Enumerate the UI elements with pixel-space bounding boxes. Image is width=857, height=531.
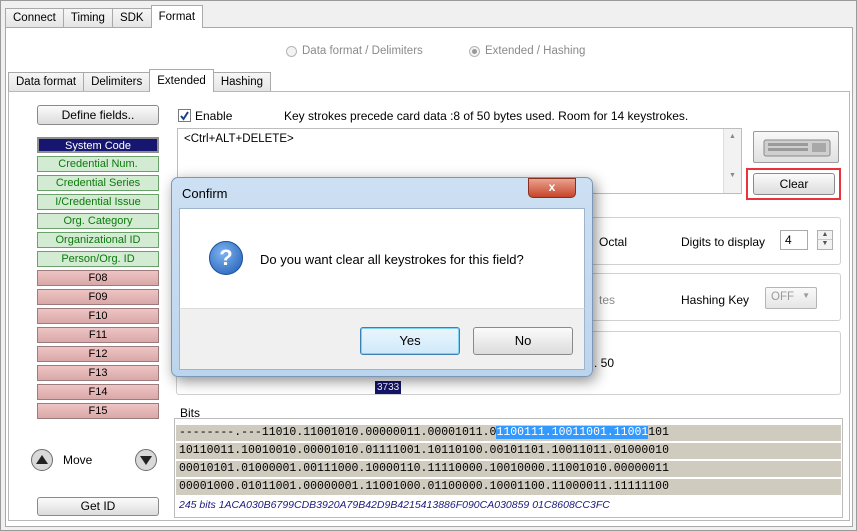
scroll-down-icon[interactable]: ▼ — [724, 172, 741, 179]
radio-extended-label: Extended / Hashing — [485, 45, 586, 57]
field-button-f15[interactable]: F15 — [37, 403, 159, 419]
triangle-up-icon — [36, 455, 48, 464]
dialog-close-button[interactable]: x — [528, 178, 576, 198]
field-button-f14[interactable]: F14 — [37, 384, 159, 400]
keystroke-text: <Ctrl+ALT+DELETE> — [184, 133, 294, 145]
hashing-key-value: OFF — [771, 291, 794, 303]
field-button-organizational-id[interactable]: Organizational ID — [37, 232, 159, 248]
digits-input[interactable]: 4 — [780, 230, 808, 250]
tab-format[interactable]: Format — [150, 5, 204, 28]
keyboard-button[interactable] — [753, 131, 839, 163]
hashing-key-label: Hashing Key — [681, 293, 750, 307]
dialog-message: Do you want clear all keystrokes for thi… — [260, 252, 524, 267]
move-label: Move — [63, 453, 93, 467]
tab-hashing[interactable]: Hashing — [212, 72, 272, 92]
radio-data-format-label: Data format / Delimiters — [302, 45, 423, 57]
digits-label: Digits to display — [681, 235, 766, 249]
get-id-button[interactable]: Get ID — [37, 497, 159, 516]
field-button-f09[interactable]: F09 — [37, 289, 159, 305]
hashing-key-select[interactable]: OFF ▼ — [765, 287, 817, 309]
range-partial-label: . 50 — [594, 356, 615, 370]
bits-line-4[interactable]: 00001000.01011001.00000001.11001000.0110… — [176, 479, 841, 495]
enable-checkbox[interactable] — [178, 109, 191, 122]
bits-line-1[interactable]: --------.---11010.11001010.00000011.0000… — [176, 425, 841, 441]
move-down-button[interactable] — [135, 449, 157, 471]
keystroke-info: Key strokes precede card data :8 of 50 b… — [284, 109, 689, 123]
keystroke-scrollbar[interactable]: ▲ ▼ — [723, 129, 741, 193]
spin-up-icon[interactable]: ▲ — [818, 231, 832, 240]
yes-button[interactable]: Yes — [360, 327, 460, 355]
tab-connect[interactable]: Connect — [5, 8, 64, 28]
app-window: Connect Timing SDK Format Data format / … — [0, 0, 857, 531]
field-button-f13[interactable]: F13 — [37, 365, 159, 381]
radio-extended[interactable]: Extended / Hashing — [469, 45, 585, 57]
tab-extended[interactable]: Extended — [149, 69, 214, 92]
question-icon: ? — [209, 241, 243, 275]
tab-delimiters[interactable]: Delimiters — [83, 72, 151, 92]
radio-icon — [286, 45, 297, 57]
field-button-credential-issue[interactable]: I/Credential Issue — [37, 194, 159, 210]
bits-line-2[interactable]: 10110011.10010010.00001010.01111001.1011… — [176, 443, 841, 459]
close-icon: x — [548, 180, 556, 194]
scroll-up-icon[interactable]: ▲ — [724, 133, 741, 140]
top-tab-bar: Connect Timing SDK Format — [5, 5, 204, 28]
confirm-dialog: Confirm x ? Do you want clear all keystr… — [171, 177, 593, 377]
radio-selected-icon — [469, 45, 480, 57]
hashing-partial-label: tes — [599, 293, 616, 307]
field-button-f08[interactable]: F08 — [37, 270, 159, 286]
bits-line-3[interactable]: 00010101.01000001.00111000.10000110.1111… — [176, 461, 841, 477]
tab-timing[interactable]: Timing — [62, 8, 113, 28]
spin-down-icon[interactable]: ▼ — [818, 240, 832, 249]
tab-sdk[interactable]: SDK — [111, 8, 152, 28]
keyboard-icon — [763, 139, 831, 157]
sub-tab-bar: Data format Delimiters Extended Hashing — [8, 69, 272, 92]
field-button-f10[interactable]: F10 — [37, 308, 159, 324]
octal-label: Octal — [599, 235, 628, 249]
range-badge: 3733 — [375, 381, 402, 394]
enable-label: Enable — [195, 109, 233, 123]
field-button-credential-series[interactable]: Credential Series — [37, 175, 159, 191]
bits-line-1-selection: 1100111.10011001.11001 — [496, 426, 649, 439]
field-button-person-org-id[interactable]: Person/Org. ID — [37, 251, 159, 267]
radio-data-format[interactable]: Data format / Delimiters — [286, 45, 423, 57]
triangle-down-icon — [140, 456, 152, 465]
field-button-f12[interactable]: F12 — [37, 346, 159, 362]
checkmark-icon — [180, 111, 189, 121]
field-button-system-code[interactable]: System Code — [37, 137, 159, 153]
define-fields-button[interactable]: Define fields.. — [37, 105, 159, 125]
clear-button[interactable]: Clear — [753, 173, 835, 195]
dialog-title: Confirm — [182, 186, 228, 201]
field-button-f11[interactable]: F11 — [37, 327, 159, 343]
field-button-credential-num[interactable]: Credential Num. — [37, 156, 159, 172]
bits-line-1-pre: --------.---11010.11001010.00000011.0000… — [179, 426, 497, 439]
bits-summary: 245 bits 1ACA030B6799CDB3920A79B42D9B421… — [179, 499, 610, 511]
field-button-org-category[interactable]: Org. Category — [37, 213, 159, 229]
tab-data-format[interactable]: Data format — [8, 72, 85, 92]
bits-line-1-post: 101 — [648, 426, 669, 439]
chevron-down-icon: ▼ — [802, 291, 810, 300]
no-button[interactable]: No — [473, 327, 573, 355]
move-up-button[interactable] — [31, 449, 53, 471]
digits-spinner[interactable]: ▲ ▼ — [817, 230, 833, 250]
